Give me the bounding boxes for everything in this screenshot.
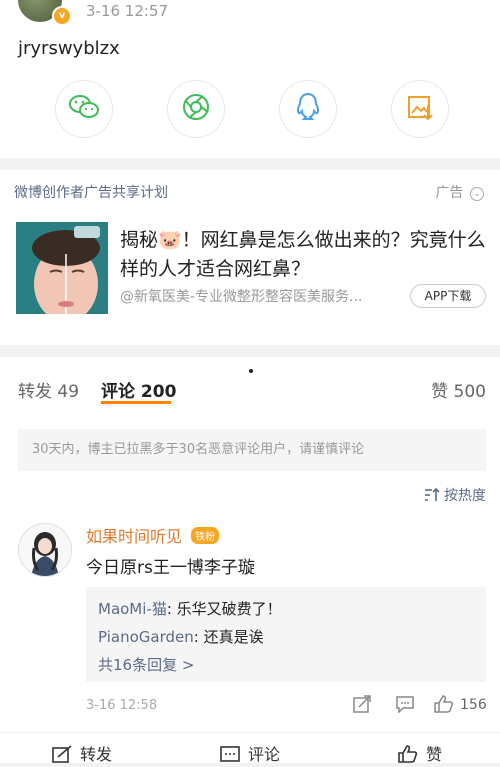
share-row	[0, 80, 500, 140]
comment-icon	[220, 745, 240, 767]
ad-tag[interactable]: 广告 ⌄	[436, 182, 484, 202]
tab-repost[interactable]: 转发 49	[18, 377, 79, 402]
save-image-icon	[406, 93, 434, 125]
post-time: 3-16 12:57	[86, 2, 169, 20]
thumbs-up-icon[interactable]	[434, 695, 454, 717]
bottom-like-button[interactable]: 赞	[398, 741, 442, 767]
verified-badge: v	[52, 6, 72, 26]
tab-comment[interactable]: 评论 200	[101, 377, 176, 402]
share-qq-button[interactable]	[279, 80, 337, 138]
post-text: jryrswyblzx	[18, 38, 120, 59]
sort-button[interactable]: 按热度	[424, 485, 486, 505]
reply-text: : 乐华又破费了！	[166, 600, 282, 618]
comment-reply-icon[interactable]	[395, 695, 415, 717]
bottom-action-bar: 转发 评论 赞	[0, 732, 500, 764]
sort-label: 按热度	[444, 488, 486, 504]
comment-like-count: 156	[460, 697, 487, 713]
tab-like[interactable]: 赞 500	[431, 377, 486, 402]
bottom-comment-button[interactable]: 评论	[220, 741, 280, 767]
more-replies-link[interactable]: 共16条回复 >	[98, 651, 474, 679]
post-card: v 3-16 12:57 jryrswyblzx	[0, 0, 500, 158]
ad-card[interactable]: 微博创作者广告共享计划 广告 ⌄ 揭秘🐷！网红鼻是怎么做出来的？究竟什么样的人才…	[0, 170, 500, 345]
indicator-dot	[249, 369, 253, 373]
ad-program-label: 微博创作者广告共享计划	[14, 185, 168, 201]
ad-tag-label: 广告	[435, 185, 464, 201]
interaction-card: 转发 49 评论 200 赞 500 30天内，博主已拉黑多于30名恶意评论用户…	[0, 357, 500, 764]
reply-author[interactable]: PianoGarden	[98, 628, 194, 646]
reply-text: : 还真是诶	[193, 628, 264, 646]
save-image-button[interactable]	[391, 80, 449, 138]
qq-icon	[295, 92, 321, 126]
reply-item[interactable]: MaoMi-猫: 乐华又破费了！	[98, 595, 474, 623]
wechat-icon	[68, 93, 100, 125]
comment-text[interactable]: 今日原rs王一博李子璇	[86, 553, 255, 578]
ad-image[interactable]	[16, 222, 108, 314]
reply-box[interactable]: MaoMi-猫: 乐华又破费了！ PianoGarden: 还真是诶 共16条回…	[86, 587, 486, 682]
reply-author[interactable]: MaoMi-猫	[98, 600, 167, 618]
commenter-name[interactable]: 如果时间听见 铁粉	[86, 523, 220, 547]
ad-source: @新氧医美-专业微整形整容医美服务...	[120, 289, 363, 305]
reply-item[interactable]: PianoGarden: 还真是诶	[98, 623, 474, 651]
repost-icon	[52, 745, 72, 767]
comment-notice: 30天内，博主已拉黑多于30名恶意评论用户，请谨慎评论	[18, 429, 486, 471]
like-icon	[398, 745, 418, 767]
bottom-repost-button[interactable]: 转发	[52, 741, 112, 767]
share-wechat-button[interactable]	[55, 80, 113, 138]
share-moments-button[interactable]	[167, 80, 225, 138]
moments-icon	[181, 92, 211, 126]
ad-title[interactable]: 揭秘🐷！网红鼻是怎么做出来的？究竟什么样的人才适合网红鼻？	[120, 226, 490, 284]
comment-time: 3-16 12:58	[86, 698, 158, 713]
tab-active-underline	[101, 401, 171, 404]
fan-badge: 铁粉	[191, 527, 220, 544]
comment-repost-icon[interactable]	[353, 695, 371, 717]
sort-icon	[424, 487, 444, 504]
chevron-down-icon: ⌄	[470, 187, 484, 201]
app-download-button[interactable]: APP下载	[410, 284, 486, 308]
commenter-name-label: 如果时间听见	[86, 527, 183, 546]
commenter-avatar[interactable]	[18, 523, 72, 577]
